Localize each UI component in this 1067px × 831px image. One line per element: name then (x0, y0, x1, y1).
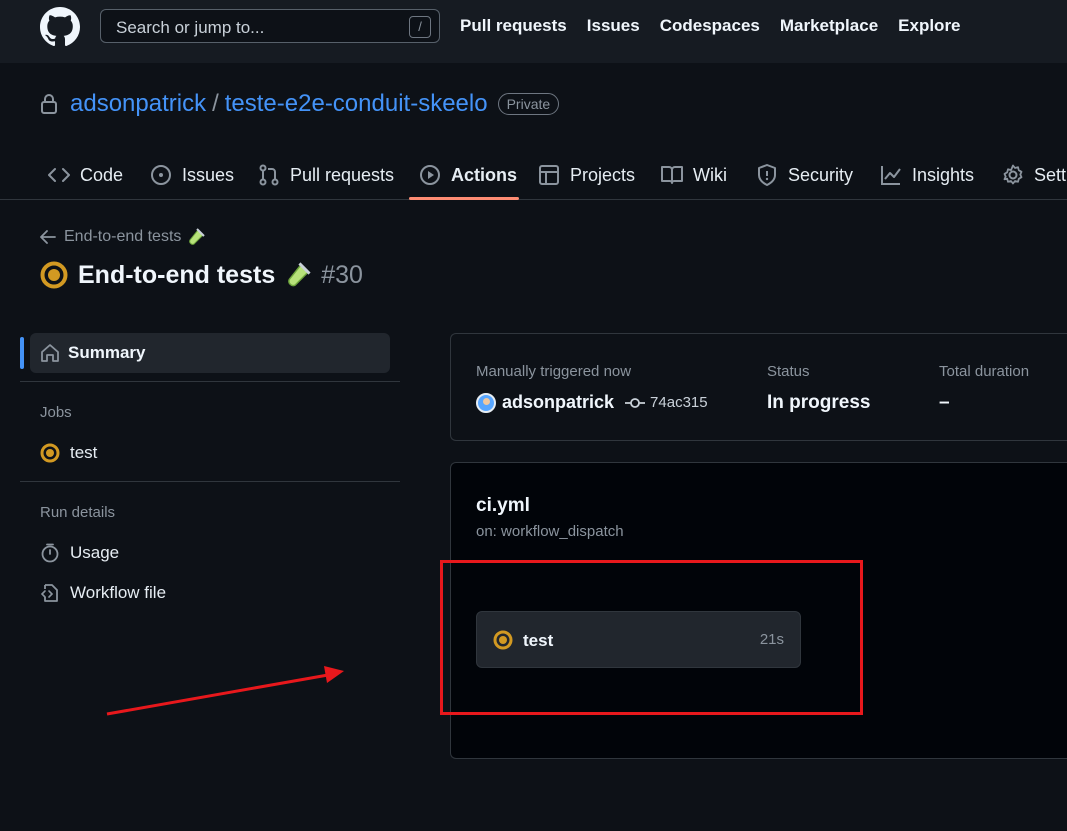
play-icon (420, 165, 440, 185)
trigger-label: Manually triggered now (476, 363, 632, 380)
back-to-workflow-link[interactable]: End-to-end tests (40, 228, 206, 246)
tab-security[interactable]: Security (756, 150, 853, 200)
run-actor: adsonpatrick 74ac315 (476, 392, 708, 413)
tab-code-label: Code (80, 164, 124, 185)
git-commit-icon (625, 397, 646, 408)
repo-tabs: Code Issues Pull requests Actions Projec… (0, 150, 1067, 200)
test-tube-icon (189, 228, 206, 245)
gear-icon (1003, 164, 1023, 185)
sidebar-item-usage[interactable]: Usage (40, 541, 119, 565)
back-link-label: End-to-end tests (64, 228, 182, 245)
top-header: Search or jump to... / Pull requests Iss… (0, 0, 1067, 63)
duration-label: Total duration (939, 363, 1030, 380)
active-tab-indicator (409, 197, 519, 200)
annotation-highlight-box (440, 560, 863, 715)
stopwatch-icon (41, 543, 59, 563)
search-placeholder: Search or jump to... (116, 18, 265, 37)
file-code-icon (40, 584, 58, 602)
global-nav: Pull requests Issues Codespaces Marketpl… (460, 16, 961, 36)
nav-pull-requests[interactable]: Pull requests (460, 16, 567, 36)
in-progress-icon (40, 261, 68, 289)
tab-issues-label: Issues (182, 164, 235, 185)
tab-actions-label: Actions (451, 164, 518, 185)
search-input[interactable]: Search or jump to... / (100, 9, 440, 43)
run-summary-card: Manually triggered now adsonpatrick 74ac… (450, 333, 1067, 441)
tab-wiki[interactable]: Wiki (661, 150, 727, 200)
sidebar-item-summary[interactable]: Summary (30, 333, 390, 373)
tab-pull-requests-label: Pull requests (290, 164, 395, 185)
status-label: Status (767, 363, 810, 380)
tab-security-label: Security (788, 164, 854, 185)
sidebar-jobs-heading: Jobs (40, 404, 72, 421)
sidebar-job-label: test (70, 443, 98, 462)
shield-icon (758, 164, 776, 186)
nav-issues[interactable]: Issues (587, 16, 640, 36)
status-value: In progress (767, 392, 871, 413)
sidebar-run-details-heading: Run details (40, 504, 116, 521)
code-icon (48, 168, 70, 182)
in-progress-icon (40, 443, 60, 463)
sidebar-divider (20, 481, 400, 482)
nav-explore[interactable]: Explore (898, 16, 960, 36)
workflow-trigger: on: workflow_dispatch (476, 523, 624, 540)
tab-settings[interactable]: Setti (1002, 150, 1067, 200)
visibility-badge: Private (497, 93, 560, 115)
duration-value: – (939, 392, 950, 413)
tab-actions[interactable]: Actions (419, 150, 517, 200)
run-title: End-to-end tests #30 (40, 258, 363, 292)
repo-owner-link[interactable]: adsonpatrick (70, 90, 206, 118)
workflow-file-name: ci.yml (476, 495, 530, 516)
pull-request-icon (259, 164, 279, 186)
avatar[interactable] (476, 392, 496, 413)
tab-settings-label: Setti (1034, 164, 1067, 185)
tab-issues[interactable]: Issues (150, 150, 234, 200)
sidebar-active-indicator (20, 337, 24, 369)
arrow-left-icon (40, 230, 56, 244)
table-icon (539, 165, 559, 185)
tab-code[interactable]: Code (48, 150, 123, 200)
tab-wiki-label: Wiki (693, 164, 727, 185)
search-shortcut-key: / (409, 16, 431, 38)
home-icon (41, 344, 59, 362)
repo-name-link[interactable]: teste-e2e-conduit-skeelo (225, 90, 488, 118)
graph-icon (881, 166, 901, 185)
issue-icon (151, 165, 171, 185)
sidebar-summary-label: Summary (68, 343, 146, 362)
run-number: #30 (321, 260, 363, 289)
run-title-text: End-to-end tests (78, 260, 276, 289)
nav-codespaces[interactable]: Codespaces (660, 16, 760, 36)
tab-projects[interactable]: Projects (538, 150, 635, 200)
tab-insights[interactable]: Insights (880, 150, 974, 200)
tab-pull-requests[interactable]: Pull requests (258, 150, 394, 200)
lock-icon (41, 94, 57, 114)
repo-heading: adsonpatrick / teste-e2e-conduit-skeelo … (40, 88, 560, 120)
test-tube-icon (288, 262, 311, 287)
repo-separator: / (212, 90, 219, 117)
sidebar-item-job-test[interactable]: test (40, 441, 97, 465)
sidebar-workflow-file-label: Workflow file (70, 583, 167, 602)
tab-insights-label: Insights (912, 164, 975, 185)
sidebar-divider (20, 381, 400, 382)
actor-name-link[interactable]: adsonpatrick (502, 392, 614, 413)
github-logo-icon[interactable] (40, 7, 80, 47)
sidebar-usage-label: Usage (70, 543, 120, 562)
book-icon (661, 166, 683, 184)
sidebar-item-workflow-file[interactable]: Workflow file (40, 581, 166, 605)
nav-marketplace[interactable]: Marketplace (780, 16, 878, 36)
commit-sha-link[interactable]: 74ac315 (650, 394, 708, 411)
tab-projects-label: Projects (570, 164, 636, 185)
